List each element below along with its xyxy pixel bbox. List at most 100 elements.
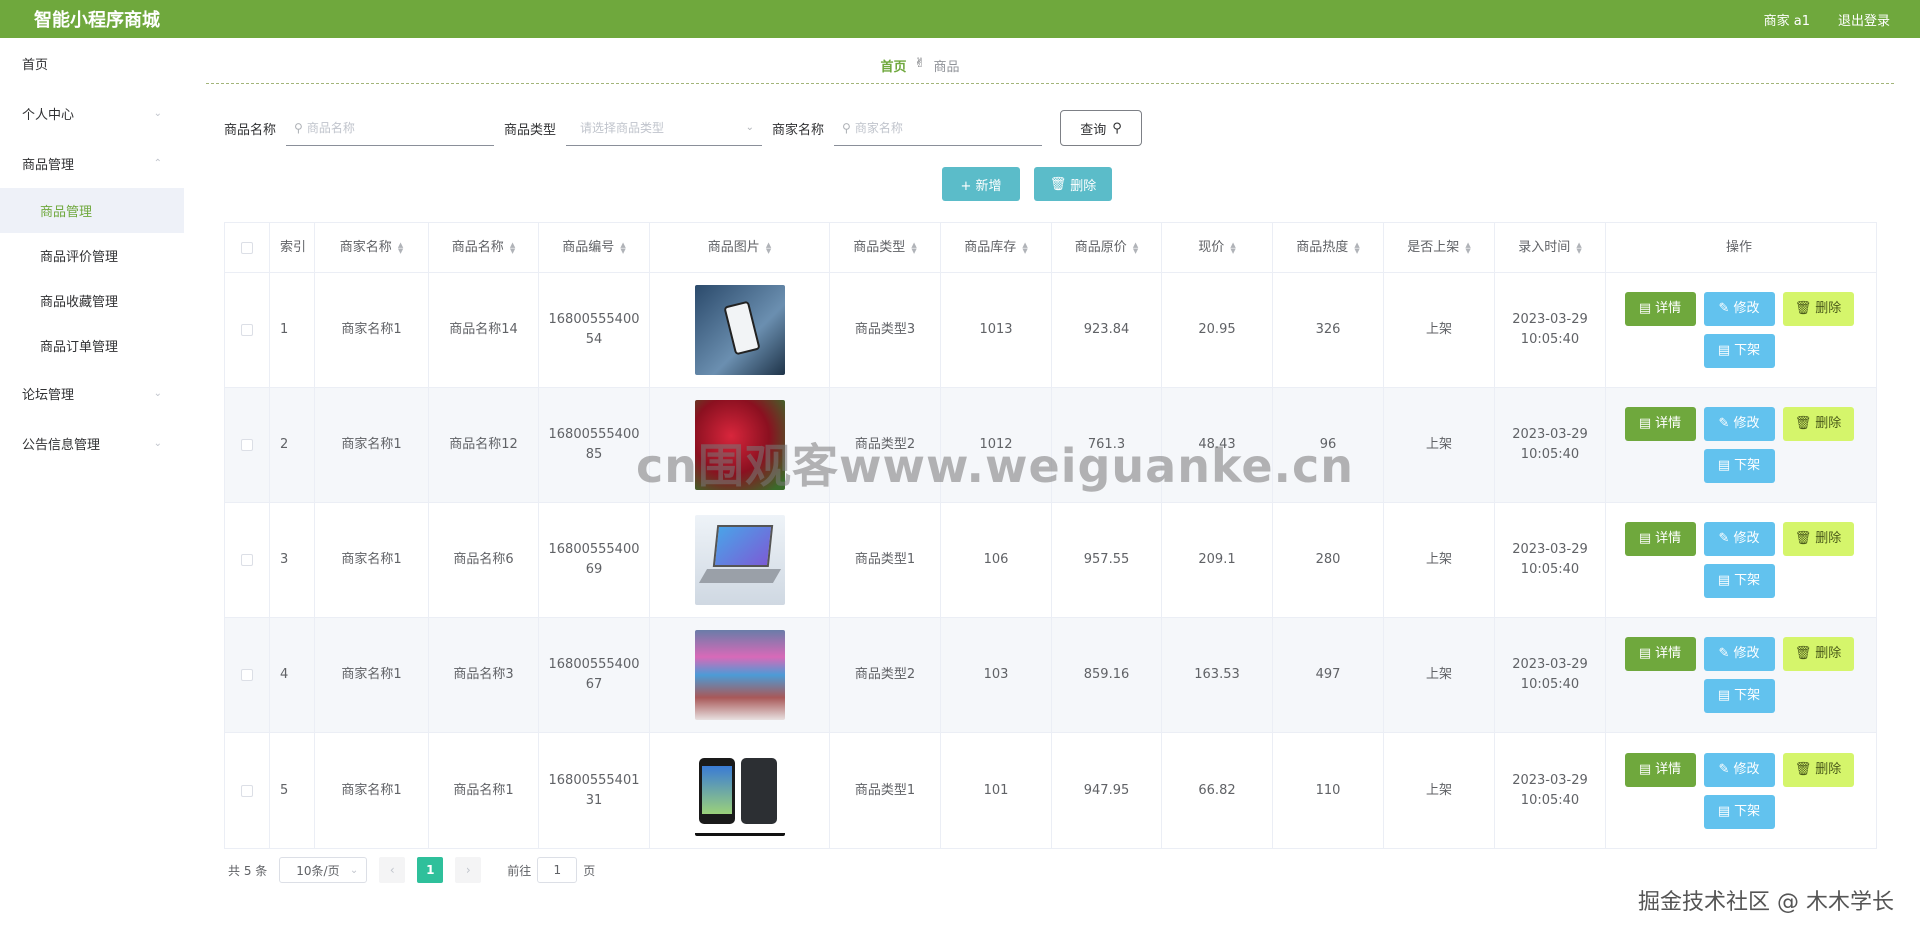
breadcrumb-home[interactable]: 首页 (881, 56, 907, 75)
edit-button[interactable]: ✎ 修改 (1703, 637, 1775, 671)
header-time[interactable]: 录入时间 ▲ ▼ (1495, 223, 1606, 272)
detail-button[interactable]: ▤ 详情 (1624, 522, 1696, 556)
cell-name: 商品名称14 (429, 273, 539, 387)
detail-button[interactable]: ▤ 详情 (1624, 292, 1696, 326)
select-all-checkbox[interactable] (241, 241, 253, 254)
product-image[interactable] (694, 630, 785, 720)
header-now-price[interactable]: 现价 ▲ ▼ (1162, 223, 1273, 272)
page-size-value: 10条/页 (296, 863, 340, 878)
sort-icon[interactable]: ▲ ▼ (1022, 241, 1027, 254)
batch-delete-button[interactable]: 🗑 删除 (1034, 167, 1112, 201)
header-orig-price[interactable]: 商品原价 ▲ ▼ (1052, 223, 1162, 272)
sidebar-subitem-favorites[interactable]: 商品收藏管理 (0, 278, 184, 323)
sidebar-subitem-goods[interactable]: 商品管理 (0, 188, 184, 233)
add-button[interactable]: + 新增 (942, 167, 1020, 201)
sidebar-item-personal[interactable]: 个人中心 ⌄ (0, 88, 184, 138)
cell-ops: ▤ 详情 ✎ 修改 🗑 删除 ▤ 下架 (1606, 273, 1872, 387)
prev-page-button[interactable]: ‹ (379, 857, 406, 883)
product-image[interactable] (694, 400, 785, 490)
off-shelf-button[interactable]: ▤ 下架 (1703, 334, 1775, 368)
product-image[interactable] (694, 285, 785, 375)
delete-button[interactable]: 🗑 删除 (1782, 752, 1854, 787)
cell-time: 2023-03-29 10:05:40 (1495, 618, 1606, 732)
header-merchant[interactable]: 商家名称 ▲ ▼ (315, 223, 429, 272)
edit-label: 修改 (1733, 646, 1760, 661)
off-shelf-label: 下架 (1734, 803, 1761, 819)
off-shelf-label: 下架 (1734, 343, 1761, 358)
sort-icon[interactable]: ▲ ▼ (1354, 241, 1359, 254)
edit-button[interactable]: ✎ 修改 (1703, 752, 1775, 787)
sort-icon[interactable]: ▲ ▼ (398, 241, 403, 254)
cell-name: 商品名称6 (429, 503, 539, 617)
edit-button[interactable]: ✎ 修改 (1703, 522, 1775, 556)
sort-icon[interactable]: ▲ ▼ (1465, 241, 1470, 254)
header-code[interactable]: 商品编号 ▲ ▼ (539, 223, 650, 272)
cell-shelf: 上架 (1384, 273, 1495, 387)
header-name[interactable]: 商品名称 ▲ ▼ (429, 223, 539, 272)
row-checkbox[interactable] (241, 324, 253, 336)
off-shelf-button[interactable]: ▤ 下架 (1703, 564, 1775, 598)
query-button[interactable]: 查询 ⚲ (1060, 110, 1143, 146)
goods-name-placeholder: 商品名称 (306, 121, 355, 135)
row-select-cell (225, 273, 270, 387)
page-number-active[interactable]: 1 (417, 857, 444, 883)
cell-type: 商品类型1 (830, 733, 941, 848)
sidebar-item-notice[interactable]: 公告信息管理 ⌄ (0, 418, 184, 468)
product-image[interactable] (694, 515, 785, 605)
sidebar-subitem-reviews[interactable]: 商品评价管理 (0, 233, 184, 278)
header-stock[interactable]: 商品库存 ▲ ▼ (941, 223, 1052, 272)
off-shelf-button[interactable]: ▤ 下架 (1703, 794, 1775, 829)
product-image[interactable] (694, 745, 785, 836)
cell-merchant: 商家名称1 (315, 273, 429, 387)
off-shelf-button[interactable]: ▤ 下架 (1703, 679, 1775, 713)
sort-icon[interactable]: ▲ ▼ (911, 241, 916, 254)
page-jump-input[interactable]: 1 (537, 857, 578, 883)
delete-button[interactable]: 🗑 删除 (1782, 522, 1854, 556)
header-label: 商品类型 (853, 239, 906, 255)
row-checkbox[interactable] (241, 439, 253, 451)
page-size-select[interactable]: 10条/页 ⌄ (279, 857, 368, 883)
next-page-button[interactable]: › (455, 857, 482, 883)
cell-shelf: 上架 (1384, 733, 1495, 848)
sidebar-item-forum[interactable]: 论坛管理 ⌄ (0, 368, 184, 418)
doc-icon: ▤ (1717, 458, 1731, 473)
detail-button[interactable]: ▤ 详情 (1624, 407, 1696, 441)
sidebar-item-label: 公告信息管理 (22, 437, 101, 453)
row-checkbox[interactable] (241, 669, 253, 681)
header-label: 现价 (1198, 239, 1225, 255)
off-shelf-button[interactable]: ▤ 下架 (1703, 449, 1775, 483)
delete-button[interactable]: 🗑 删除 (1782, 637, 1854, 671)
header-image[interactable]: 商品图片 ▲ ▼ (650, 223, 830, 272)
table-row: 2 商家名称1 商品名称12 1680055540085 商品类型2 1012 … (225, 388, 1876, 503)
app-title: 智能小程序商城 (34, 10, 160, 31)
delete-label: 删除 (1815, 531, 1842, 546)
sidebar-item-goods[interactable]: 商品管理 ⌃ (0, 138, 184, 188)
merchant-name-input[interactable]: ⚲ 商家名称 (834, 110, 1043, 146)
sort-icon[interactable]: ▲ ▼ (1230, 241, 1235, 254)
delete-button[interactable]: 🗑 删除 (1782, 407, 1854, 441)
sort-icon[interactable]: ▲ ▼ (766, 241, 771, 254)
edit-button[interactable]: ✎ 修改 (1703, 407, 1775, 441)
goods-name-input[interactable]: ⚲ 商品名称 (286, 110, 495, 146)
logout-link[interactable]: 退出登录 (1838, 10, 1890, 29)
sort-icon[interactable]: ▲ ▼ (620, 241, 625, 254)
detail-button[interactable]: ▤ 详情 (1624, 637, 1696, 671)
sort-icon[interactable]: ▲ ▼ (1133, 241, 1138, 254)
delete-button[interactable]: 🗑 删除 (1782, 292, 1854, 326)
cell-stock: 103 (941, 618, 1052, 732)
sidebar-subitem-orders[interactable]: 商品订单管理 (0, 323, 184, 368)
sidebar-item-home[interactable]: 首页 (0, 38, 184, 88)
cell-heat: 280 (1273, 503, 1384, 617)
cell-shelf: 上架 (1384, 618, 1495, 732)
row-checkbox[interactable] (241, 784, 253, 797)
doc-icon: ▤ (1638, 531, 1652, 546)
edit-button[interactable]: ✎ 修改 (1703, 292, 1775, 326)
header-shelf[interactable]: 是否上架 ▲ ▼ (1384, 223, 1495, 272)
row-checkbox[interactable] (241, 554, 253, 566)
sort-icon[interactable]: ▲ ▼ (1576, 241, 1581, 254)
goods-type-select[interactable]: 请选择商品类型 ⌄ (566, 110, 763, 146)
sort-icon[interactable]: ▲ ▼ (510, 241, 515, 254)
header-heat[interactable]: 商品热度 ▲ ▼ (1273, 223, 1384, 272)
detail-button[interactable]: ▤ 详情 (1624, 752, 1696, 787)
header-type[interactable]: 商品类型 ▲ ▼ (830, 223, 941, 272)
